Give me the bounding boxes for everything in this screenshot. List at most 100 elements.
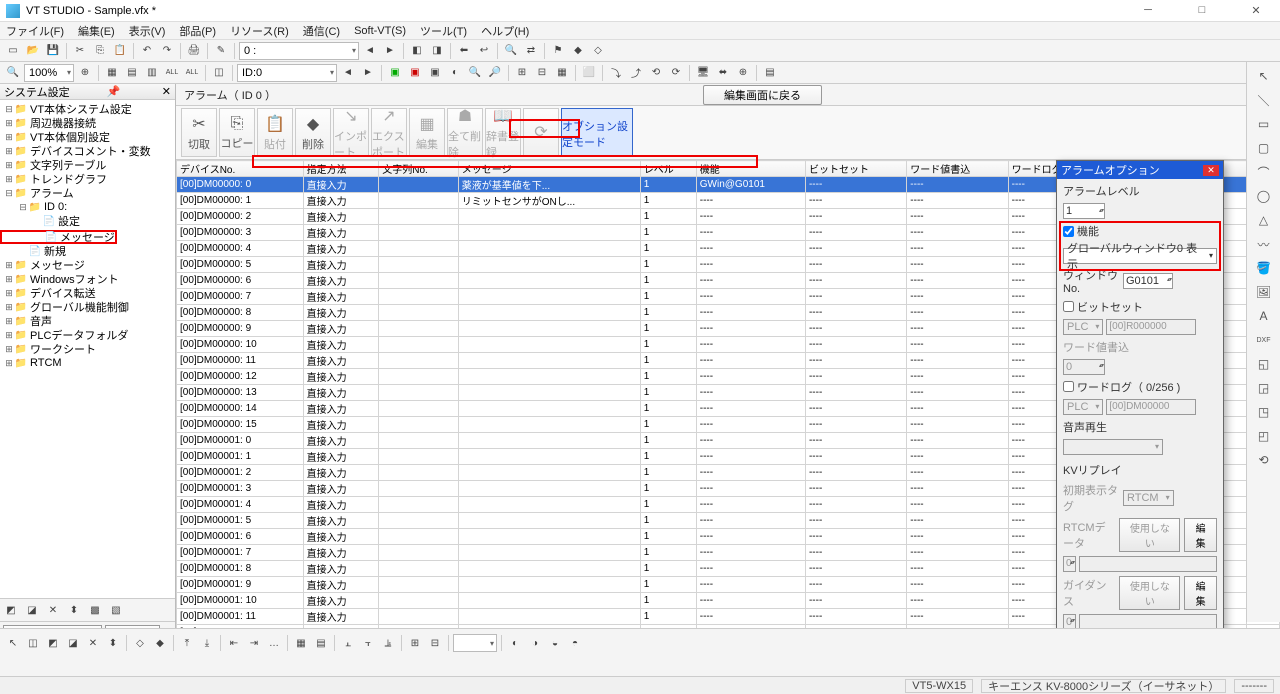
menu-item[interactable]: Soft-VT(S) xyxy=(354,25,406,37)
tree-item[interactable]: ⊞📁周辺機器接続 xyxy=(0,116,175,130)
misc-icon[interactable]: ◆ xyxy=(569,42,587,60)
table-cell[interactable]: ---- xyxy=(696,417,805,433)
menu-item[interactable]: 編集(E) xyxy=(78,23,115,39)
table-cell[interactable] xyxy=(379,481,459,497)
layer-icon[interactable]: ◫ xyxy=(210,64,228,82)
table-cell[interactable]: [00]DM00001: 8 xyxy=(177,561,304,577)
table-cell[interactable]: ---- xyxy=(805,561,906,577)
column-header[interactable]: 指定方法 xyxy=(303,161,379,177)
q1-icon[interactable]: 🔍 xyxy=(466,64,484,82)
table-cell[interactable]: GWin@G0101 xyxy=(696,177,805,193)
table-cell[interactable]: 1 xyxy=(640,497,696,513)
table-cell[interactable]: 直接入力 xyxy=(303,577,379,593)
table-cell[interactable] xyxy=(458,497,640,513)
table-cell[interactable] xyxy=(379,609,459,625)
zoom-combo[interactable]: 100% xyxy=(24,64,74,82)
grid-b-icon[interactable]: ▤ xyxy=(123,64,141,82)
image-icon[interactable]: 🖼 xyxy=(1253,282,1275,302)
bt-misc3-icon[interactable]: ◒ xyxy=(546,634,564,652)
table-cell[interactable] xyxy=(379,497,459,513)
table-cell[interactable]: 1 xyxy=(640,385,696,401)
bt-misc4-icon[interactable]: ◓ xyxy=(566,634,584,652)
table-cell[interactable]: ---- xyxy=(805,401,906,417)
tree-item[interactable]: ⊞📁デバイスコメント・変数 xyxy=(0,144,175,158)
select-tool-icon[interactable]: ↖ xyxy=(1253,66,1275,86)
table-cell[interactable]: 1 xyxy=(640,577,696,593)
table-cell[interactable]: ---- xyxy=(907,449,1008,465)
table-cell[interactable]: ---- xyxy=(907,305,1008,321)
menu-item[interactable]: ツール(T) xyxy=(420,23,467,39)
ribbon-button[interactable]: ◆削除 xyxy=(295,108,331,157)
cut-icon[interactable]: ✂ xyxy=(71,42,89,60)
edit-icon[interactable]: ✎ xyxy=(212,42,230,60)
table-cell[interactable]: [00]DM00000: 1 xyxy=(177,193,304,209)
table-cell[interactable]: 直接入力 xyxy=(303,273,379,289)
undo-icon[interactable]: ↶ xyxy=(138,42,156,60)
tree-item[interactable]: ⊟📁VT本体システム設定 xyxy=(0,102,175,116)
table-cell[interactable] xyxy=(458,241,640,257)
table-cell[interactable]: 1 xyxy=(640,241,696,257)
table-cell[interactable]: ---- xyxy=(907,353,1008,369)
usb-icon[interactable]: ⬌ xyxy=(714,64,732,82)
table-cell[interactable] xyxy=(379,177,459,193)
table-cell[interactable] xyxy=(458,513,640,529)
table-cell[interactable]: ---- xyxy=(805,369,906,385)
table-cell[interactable]: [00]DM00001: 5 xyxy=(177,513,304,529)
table-cell[interactable]: 1 xyxy=(640,193,696,209)
table-cell[interactable]: [00]DM00001: 6 xyxy=(177,529,304,545)
table-cell[interactable]: 1 xyxy=(640,289,696,305)
ribbon-button[interactable]: オブション設定モード xyxy=(561,108,633,157)
q2-icon[interactable]: 🔎 xyxy=(486,64,504,82)
table-cell[interactable]: ---- xyxy=(907,481,1008,497)
table-cell[interactable]: [00]DM00001: 10 xyxy=(177,593,304,609)
table-cell[interactable]: ---- xyxy=(907,401,1008,417)
view-a-icon[interactable]: ⊞ xyxy=(513,64,531,82)
table-cell[interactable]: [00]DM00000: 0 xyxy=(177,177,304,193)
view-b-icon[interactable]: ⊟ xyxy=(533,64,551,82)
bt-align2-icon[interactable]: ⫟ xyxy=(359,634,377,652)
table-cell[interactable]: ---- xyxy=(805,545,906,561)
id-prev-icon[interactable]: ◄ xyxy=(339,64,357,82)
table-cell[interactable]: [00]DM00000: 8 xyxy=(177,305,304,321)
table-cell[interactable] xyxy=(458,257,640,273)
table-cell[interactable]: 直接入力 xyxy=(303,289,379,305)
bt-x-icon[interactable]: ✕ xyxy=(84,634,102,652)
prev-icon[interactable]: ◄ xyxy=(361,42,379,60)
table-cell[interactable]: 1 xyxy=(640,321,696,337)
tree-item[interactable]: ⊞📁デバイス転送 xyxy=(0,286,175,300)
column-header[interactable]: メッセージ xyxy=(458,161,640,177)
table-cell[interactable]: 直接入力 xyxy=(303,385,379,401)
tree-item[interactable]: ⊞📁トレンドグラフ xyxy=(0,172,175,186)
line-tool-icon[interactable]: ＼ xyxy=(1253,90,1275,110)
table-cell[interactable]: ---- xyxy=(805,481,906,497)
bt-last-icon[interactable]: ⇥ xyxy=(245,634,263,652)
tree-item[interactable]: ⊞📁ワークシート xyxy=(0,342,175,356)
table-cell[interactable] xyxy=(458,449,640,465)
table-cell[interactable]: ---- xyxy=(805,225,906,241)
table-cell[interactable]: ---- xyxy=(805,353,906,369)
conn-a-icon[interactable]: ⬜ xyxy=(580,64,598,82)
stop-icon[interactable]: ▣ xyxy=(406,64,424,82)
table-cell[interactable] xyxy=(379,353,459,369)
window-no-input[interactable]: G0101 xyxy=(1123,273,1173,289)
table-cell[interactable]: 直接入力 xyxy=(303,529,379,545)
table-cell[interactable]: 1 xyxy=(640,401,696,417)
column-header[interactable]: 機能 xyxy=(696,161,805,177)
flag-icon[interactable]: ⚑ xyxy=(549,42,567,60)
table-cell[interactable]: [00]DM00000: 2 xyxy=(177,209,304,225)
table-cell[interactable]: [00]DM00000: 3 xyxy=(177,225,304,241)
tool-a-icon[interactable]: ◧ xyxy=(408,42,426,60)
table-cell[interactable]: ---- xyxy=(805,257,906,273)
redo-icon[interactable]: ↷ xyxy=(158,42,176,60)
table-cell[interactable] xyxy=(379,545,459,561)
table-cell[interactable]: ---- xyxy=(805,465,906,481)
table-cell[interactable] xyxy=(458,305,640,321)
tree-tool-5-icon[interactable]: ▩ xyxy=(86,601,104,619)
rtcm-edit-button[interactable]: 編集 xyxy=(1184,518,1217,552)
table-cell[interactable]: [00]DM00001: 11 xyxy=(177,609,304,625)
table-cell[interactable] xyxy=(379,305,459,321)
table-cell[interactable] xyxy=(379,417,459,433)
nav-back-icon[interactable]: ↩ xyxy=(475,42,493,60)
column-header[interactable]: レベル xyxy=(640,161,696,177)
table-cell[interactable] xyxy=(458,353,640,369)
